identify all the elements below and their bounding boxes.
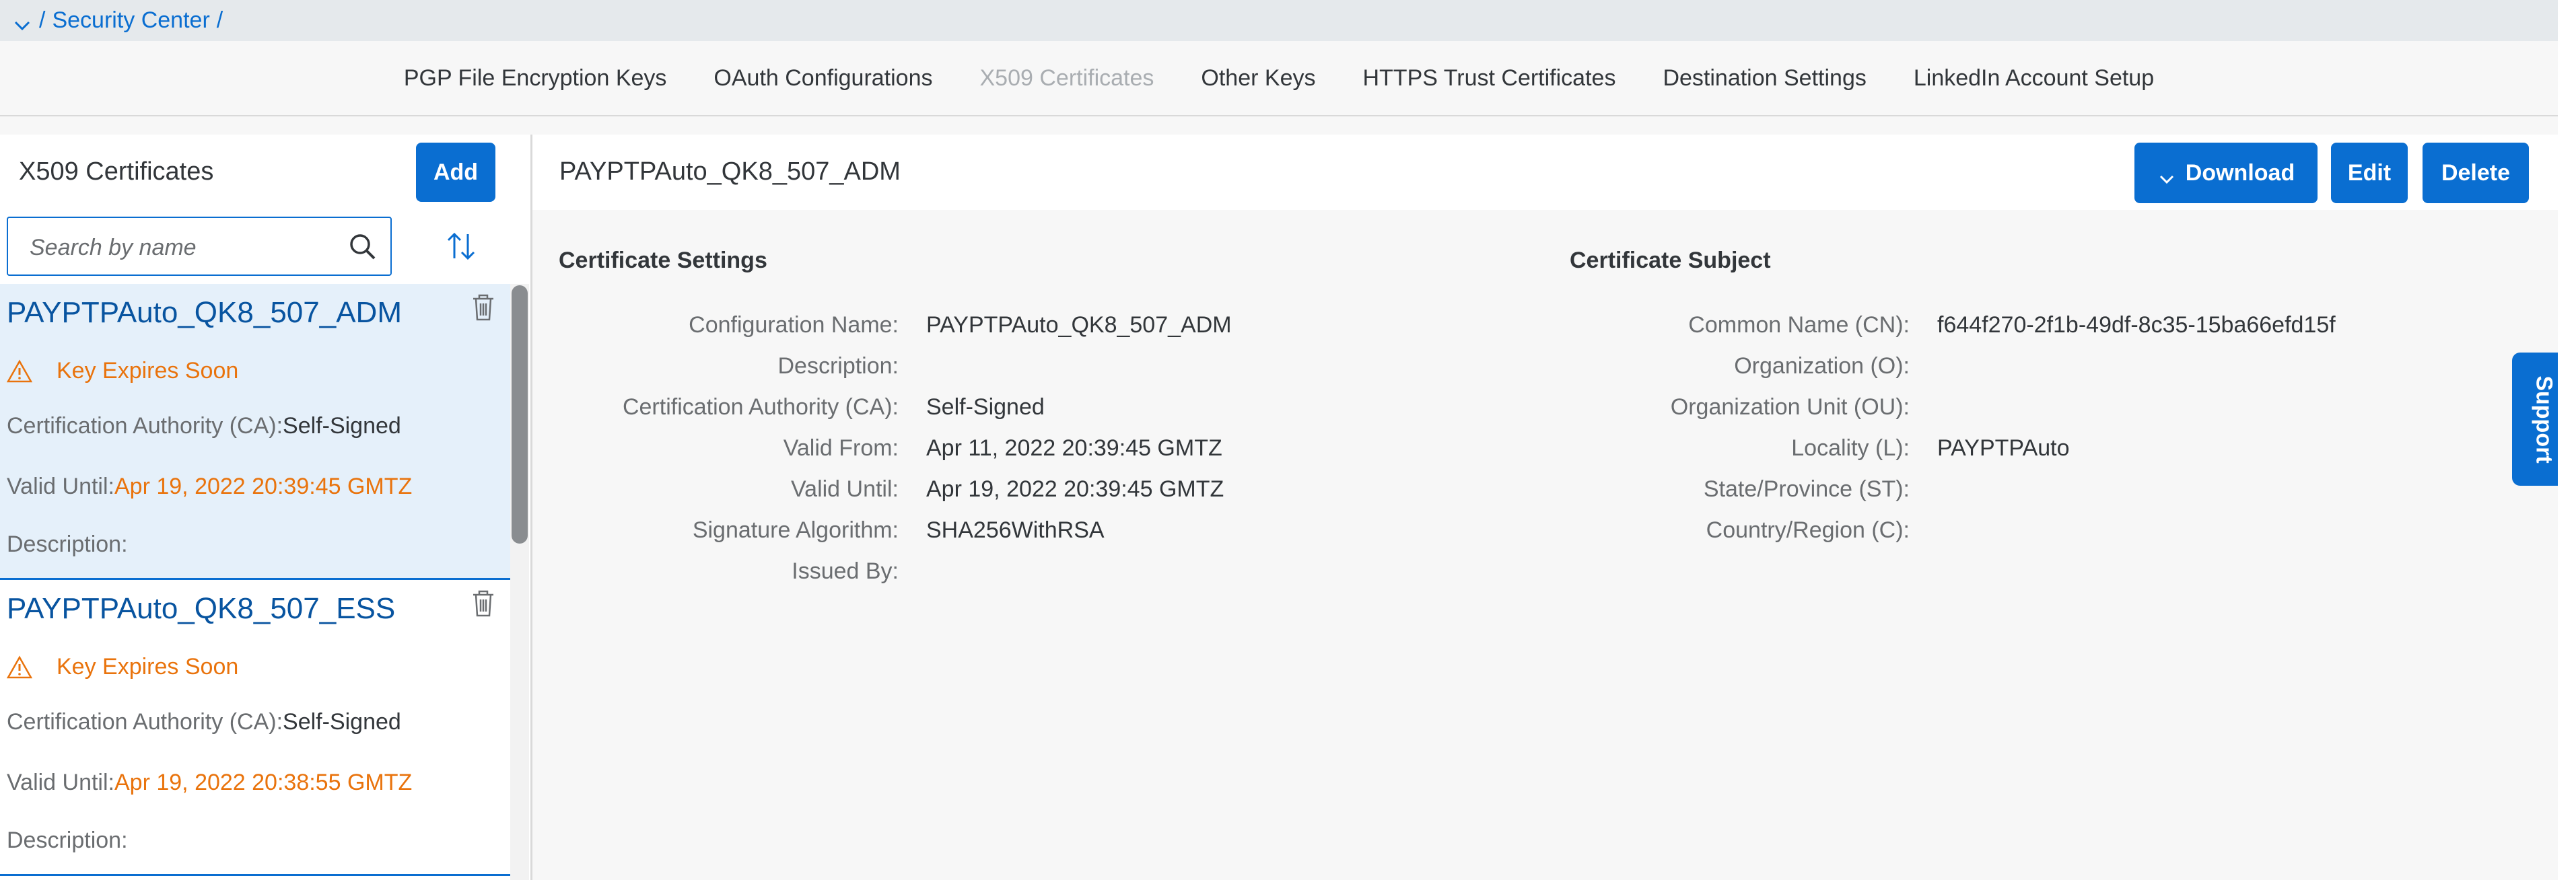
search-input[interactable] bbox=[28, 230, 341, 265]
ca-label: Certification Authority (CA): bbox=[7, 709, 283, 735]
tab-https-trust-certificates[interactable]: HTTPS Trust Certificates bbox=[1362, 65, 1615, 91]
add-button[interactable]: Add bbox=[416, 143, 495, 202]
support-label: Support bbox=[2532, 375, 2557, 464]
list-item[interactable]: PAYPTPAuto_QK8_507_ESS Key Expires Soon … bbox=[0, 580, 510, 876]
valid-from-label: Valid From: bbox=[783, 435, 899, 461]
list-title: X509 Certificates bbox=[19, 157, 214, 186]
sort-icon[interactable] bbox=[444, 229, 478, 264]
chevron-down-icon bbox=[2157, 169, 2176, 188]
certificate-list: PAYPTPAuto_QK8_507_ADM Key Expires Soon … bbox=[0, 284, 510, 876]
organization-unit-label: Organization Unit (OU): bbox=[1670, 394, 1910, 420]
ca-row: Certification Authority (CA):Self-Signed bbox=[7, 413, 401, 439]
organization-label: Organization (O): bbox=[1734, 353, 1910, 379]
certificate-list-panel: X509 Certificates Add PAYPTPAuto_QK8_507… bbox=[0, 135, 532, 880]
description-label: Description: bbox=[7, 531, 128, 557]
trash-icon[interactable] bbox=[471, 293, 495, 322]
ca-label: Certification Authority (CA): bbox=[7, 413, 283, 439]
country-region-label: Country/Region (C): bbox=[1706, 517, 1910, 543]
ca-value: Self-Signed bbox=[926, 394, 1045, 420]
configuration-name-value: PAYPTPAuto_QK8_507_ADM bbox=[926, 312, 1232, 338]
valid-until-value: Apr 19, 2022 20:39:45 GMTZ bbox=[114, 474, 413, 499]
list-item-name[interactable]: PAYPTPAuto_QK8_507_ADM bbox=[7, 296, 402, 330]
ca-row: Certification Authority (CA):Self-Signed bbox=[7, 709, 401, 735]
tab-oauth-configurations[interactable]: OAuth Configurations bbox=[713, 65, 932, 91]
breadcrumb-security-center[interactable]: Security Center bbox=[52, 7, 209, 34]
tab-linkedin-account-setup[interactable]: LinkedIn Account Setup bbox=[1914, 65, 2154, 91]
ca-label: Certification Authority (CA): bbox=[622, 394, 899, 420]
list-item[interactable]: PAYPTPAuto_QK8_507_ADM Key Expires Soon … bbox=[0, 284, 510, 580]
issued-by-label: Issued By: bbox=[792, 558, 899, 584]
valid-until-label: Valid Until: bbox=[791, 476, 899, 502]
subject-section-title: Certificate Subject bbox=[1570, 248, 1771, 273]
valid-until-value: Apr 19, 2022 20:39:45 GMTZ bbox=[926, 476, 1224, 502]
breadcrumb-separator: / bbox=[39, 7, 46, 33]
description-label: Description: bbox=[777, 353, 899, 379]
download-label: Download bbox=[2185, 159, 2295, 186]
common-name-value: f644f270-2f1b-49df-8c35-15ba66efd15f bbox=[1937, 312, 2336, 338]
list-item-name[interactable]: PAYPTPAuto_QK8_507_ESS bbox=[7, 592, 395, 626]
search-icon[interactable] bbox=[347, 231, 378, 262]
list-scrollbar[interactable] bbox=[510, 284, 529, 880]
tab-other-keys[interactable]: Other Keys bbox=[1201, 65, 1315, 91]
scrollbar-thumb[interactable] bbox=[512, 285, 528, 544]
tab-destination-settings[interactable]: Destination Settings bbox=[1663, 65, 1866, 91]
breadcrumb: / Security Center / bbox=[0, 0, 2558, 41]
valid-until-row: Valid Until:Apr 19, 2022 20:38:55 GMTZ bbox=[7, 770, 412, 796]
edit-button[interactable]: Edit bbox=[2331, 143, 2408, 203]
trash-icon[interactable] bbox=[471, 589, 495, 618]
warning-icon bbox=[6, 359, 33, 383]
tab-x509-certificates: X509 Certificates bbox=[979, 65, 1154, 91]
download-button[interactable]: Download bbox=[2134, 143, 2318, 203]
warning-text: Key Expires Soon bbox=[57, 358, 239, 383]
ca-value: Self-Signed bbox=[283, 413, 401, 439]
valid-until-label: Valid Until: bbox=[7, 474, 114, 499]
configuration-name-label: Configuration Name: bbox=[689, 312, 899, 338]
valid-from-value: Apr 11, 2022 20:39:45 GMTZ bbox=[926, 435, 1222, 461]
window-edge bbox=[2558, 0, 2576, 880]
signature-algorithm-label: Signature Algorithm: bbox=[692, 517, 899, 543]
locality-value: PAYPTPAuto bbox=[1937, 435, 2070, 461]
warning-text: Key Expires Soon bbox=[57, 654, 239, 680]
tab-pgp-file-encryption-keys[interactable]: PGP File Encryption Keys bbox=[404, 65, 667, 91]
search-field[interactable] bbox=[7, 217, 392, 276]
ca-value: Self-Signed bbox=[283, 709, 401, 735]
warning-row: Key Expires Soon bbox=[6, 654, 239, 680]
tab-bar: PGP File Encryption Keys OAuth Configura… bbox=[0, 41, 2558, 116]
chevron-down-icon[interactable] bbox=[12, 15, 32, 36]
breadcrumb-separator: / bbox=[216, 7, 223, 33]
description-row: Description: bbox=[7, 828, 128, 854]
locality-label: Locality (L): bbox=[1791, 435, 1910, 461]
detail-header: PAYPTPAuto_QK8_507_ADM Download Edit Del… bbox=[532, 135, 2558, 210]
valid-until-row: Valid Until:Apr 19, 2022 20:39:45 GMTZ bbox=[7, 474, 412, 500]
settings-section-title: Certificate Settings bbox=[559, 248, 767, 273]
valid-until-label: Valid Until: bbox=[7, 770, 114, 795]
signature-algorithm-value: SHA256WithRSA bbox=[926, 517, 1105, 543]
valid-until-value: Apr 19, 2022 20:38:55 GMTZ bbox=[114, 770, 413, 795]
list-header: X509 Certificates Add bbox=[0, 135, 530, 210]
state-province-label: State/Province (ST): bbox=[1703, 476, 1910, 502]
common-name-label: Common Name (CN): bbox=[1688, 312, 1910, 338]
detail-title: PAYPTPAuto_QK8_507_ADM bbox=[559, 157, 901, 186]
description-row: Description: bbox=[7, 531, 128, 558]
delete-button[interactable]: Delete bbox=[2423, 143, 2529, 203]
description-label: Description: bbox=[7, 828, 128, 853]
warning-icon bbox=[6, 655, 33, 680]
warning-row: Key Expires Soon bbox=[6, 358, 239, 384]
